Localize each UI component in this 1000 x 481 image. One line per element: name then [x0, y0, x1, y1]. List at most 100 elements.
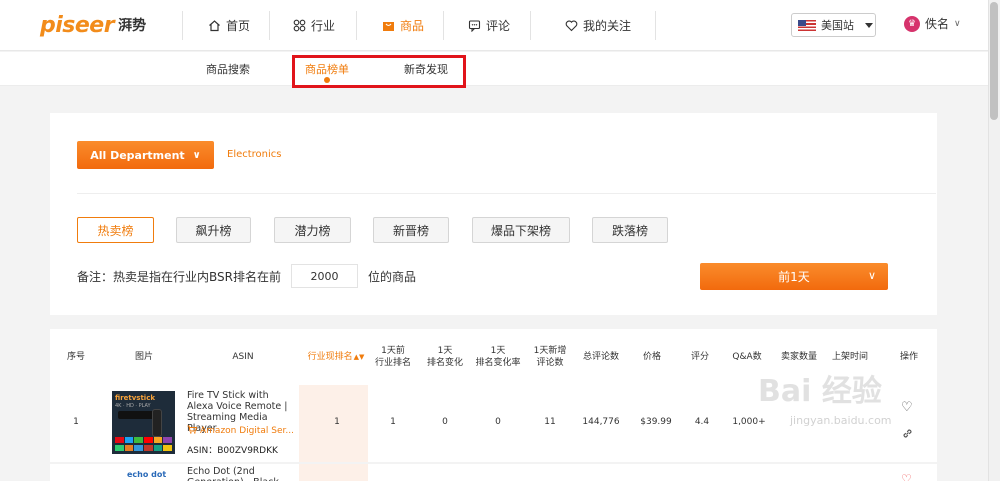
- col-new-reviews-line2: 评论数: [536, 358, 564, 368]
- sub-navbar: 商品搜索 商品榜单 新奇发现: [0, 52, 988, 86]
- nav-item-industry[interactable]: 行业: [292, 0, 335, 51]
- grid-icon: [292, 19, 306, 33]
- cell-qa: 1,000+: [732, 417, 766, 427]
- note-prefix: 备注：热卖是指在行业内BSR排名在前: [77, 269, 281, 284]
- tab-rising[interactable]: 飙升榜: [176, 217, 251, 243]
- country-label: 美国站: [821, 19, 854, 32]
- col-new-reviews[interactable]: 1天新增 评论数: [528, 329, 572, 385]
- nav-label-industry: 行业: [311, 19, 336, 33]
- favorite-icon[interactable]: ♡: [901, 400, 913, 415]
- cell-rating: 4.4: [694, 417, 710, 427]
- nav-item-reviews[interactable]: 评论: [467, 0, 510, 51]
- sorted-column-highlight: [299, 385, 368, 481]
- department-label: All Department: [90, 148, 185, 162]
- divider: [77, 193, 936, 194]
- bsr-threshold-input[interactable]: 2000: [290, 264, 358, 288]
- row-index: 1: [73, 417, 79, 427]
- col-price[interactable]: 价格: [638, 329, 666, 385]
- chevron-down-icon: ∨: [954, 18, 961, 29]
- thumbnail-brand-text: firetvstick: [115, 394, 156, 402]
- col-rank-change-line2: 排名变化: [426, 358, 463, 368]
- product-title-2[interactable]: Echo Dot (2nd Generation) - Black: [187, 466, 295, 481]
- thumbnail-subtext: 4K · HD · PLAY: [115, 403, 151, 409]
- nav-label-home: 首页: [226, 19, 251, 33]
- note-suffix: 位的商品: [367, 269, 416, 284]
- watermark-logo: Bai 经验: [758, 374, 882, 409]
- product-asin: ASIN：B00ZV9RDKK: [187, 446, 278, 456]
- us-flag-icon: [798, 19, 816, 31]
- watermark-url: jingyan.baidu.com: [790, 414, 892, 427]
- col-rank-rate-line1: 1天: [490, 346, 506, 356]
- period-dropdown[interactable]: 前1天 ∨: [700, 263, 888, 290]
- cell-rank-change: 0: [442, 417, 448, 427]
- nav-divider: [356, 11, 357, 40]
- col-rank-change[interactable]: 1天排名变化: [420, 329, 470, 385]
- col-index: 序号: [66, 352, 85, 362]
- col-prev-rank[interactable]: 1天前行业排名: [368, 329, 418, 385]
- chevron-down-icon: ∨: [867, 269, 876, 282]
- cell-rank-change-rate: 0: [495, 417, 501, 427]
- annotation-highlight-box: [292, 55, 466, 88]
- col-prev-rank-line1: 1天前: [381, 346, 405, 356]
- col-current-rank-label: 行业现排名: [307, 352, 353, 362]
- user-name: 佚名: [925, 17, 950, 31]
- nav-item-favorites[interactable]: 我的关注: [564, 0, 631, 51]
- top-navbar: piseer 湃势 首页 行业 商品 评论 我的关注 美国站 ♛ 佚名 ∨: [0, 0, 988, 51]
- period-label: 前1天: [778, 270, 810, 284]
- nav-divider: [655, 11, 656, 40]
- department-dropdown[interactable]: All Department ∨: [77, 141, 214, 169]
- cell-prev-rank: 1: [390, 417, 396, 427]
- col-prev-rank-line2: 行业排名: [374, 358, 411, 368]
- seller-link[interactable]: Amazon Digital Ser...: [187, 425, 294, 437]
- tab-hot-sellers[interactable]: 热卖榜: [77, 217, 154, 243]
- shopping-bag-icon: [381, 19, 395, 33]
- streaming-stick-image: [118, 411, 156, 419]
- country-selector[interactable]: 美国站: [791, 13, 876, 37]
- sort-icon: ▲▼: [353, 353, 365, 361]
- nav-divider: [182, 11, 183, 40]
- heart-icon: [564, 19, 578, 33]
- nav-divider: [443, 11, 444, 40]
- col-current-rank[interactable]: 行业现排名 ▲▼: [303, 329, 369, 385]
- favorite-icon-2[interactable]: ♡: [901, 472, 912, 481]
- brand-name: 湃势: [118, 18, 147, 34]
- nav-item-products[interactable]: 商品: [381, 0, 424, 51]
- cell-current-rank: 1: [334, 417, 340, 427]
- tab-potential[interactable]: 潜力榜: [274, 217, 351, 243]
- nav-label-reviews: 评论: [486, 19, 511, 33]
- tab-product-search-label: 商品搜索: [206, 63, 250, 76]
- col-rating[interactable]: 评分: [686, 329, 714, 385]
- category-breadcrumb[interactable]: Electronics: [227, 149, 282, 160]
- tab-newcomers[interactable]: 新晋榜: [373, 217, 449, 243]
- row-divider: [50, 462, 937, 464]
- avatar: ♛: [904, 15, 920, 32]
- col-asin: ASIN: [232, 352, 254, 362]
- scrollbar-thumb[interactable]: [990, 2, 998, 120]
- col-rank-rate-line2: 排名变化率: [475, 358, 521, 368]
- col-rank-change-line1: 1天: [437, 346, 453, 356]
- nav-label-products: 商品: [400, 19, 425, 33]
- tab-delisted-hits[interactable]: 爆品下架榜: [472, 217, 570, 243]
- nav-divider: [269, 11, 270, 40]
- col-total-reviews[interactable]: 总评论数: [577, 329, 625, 385]
- home-icon: [207, 19, 221, 33]
- cell-total-reviews: 144,776: [582, 417, 620, 427]
- brand-logo[interactable]: piseer 湃势: [40, 12, 146, 38]
- col-rank-change-rate[interactable]: 1天排名变化率: [470, 329, 526, 385]
- tab-falling[interactable]: 跌落榜: [592, 217, 668, 243]
- cell-new-reviews: 11: [544, 417, 556, 427]
- remote-image: [152, 409, 162, 437]
- product-thumbnail[interactable]: firetvstick 4K · HD · PLAY: [112, 391, 175, 454]
- tab-product-search[interactable]: 商品搜索: [206, 52, 250, 86]
- nav-item-home[interactable]: 首页: [207, 0, 250, 51]
- filter-panel: All Department ∨ Electronics 热卖榜 飙升榜 潜力榜…: [50, 113, 937, 315]
- nav-label-favorites: 我的关注: [583, 19, 632, 33]
- nav-divider: [530, 11, 531, 40]
- comment-icon: [467, 19, 481, 33]
- user-menu[interactable]: ♛ 佚名 ∨: [904, 15, 961, 32]
- link-icon[interactable]: [901, 427, 914, 444]
- app-tiles-image: [115, 437, 172, 451]
- product-thumbnail-2[interactable]: echo dot: [127, 470, 166, 479]
- brand-logo-text: piseer: [40, 12, 115, 38]
- ranking-note: 备注：热卖是指在行业内BSR排名在前 2000 位的商品: [77, 264, 416, 288]
